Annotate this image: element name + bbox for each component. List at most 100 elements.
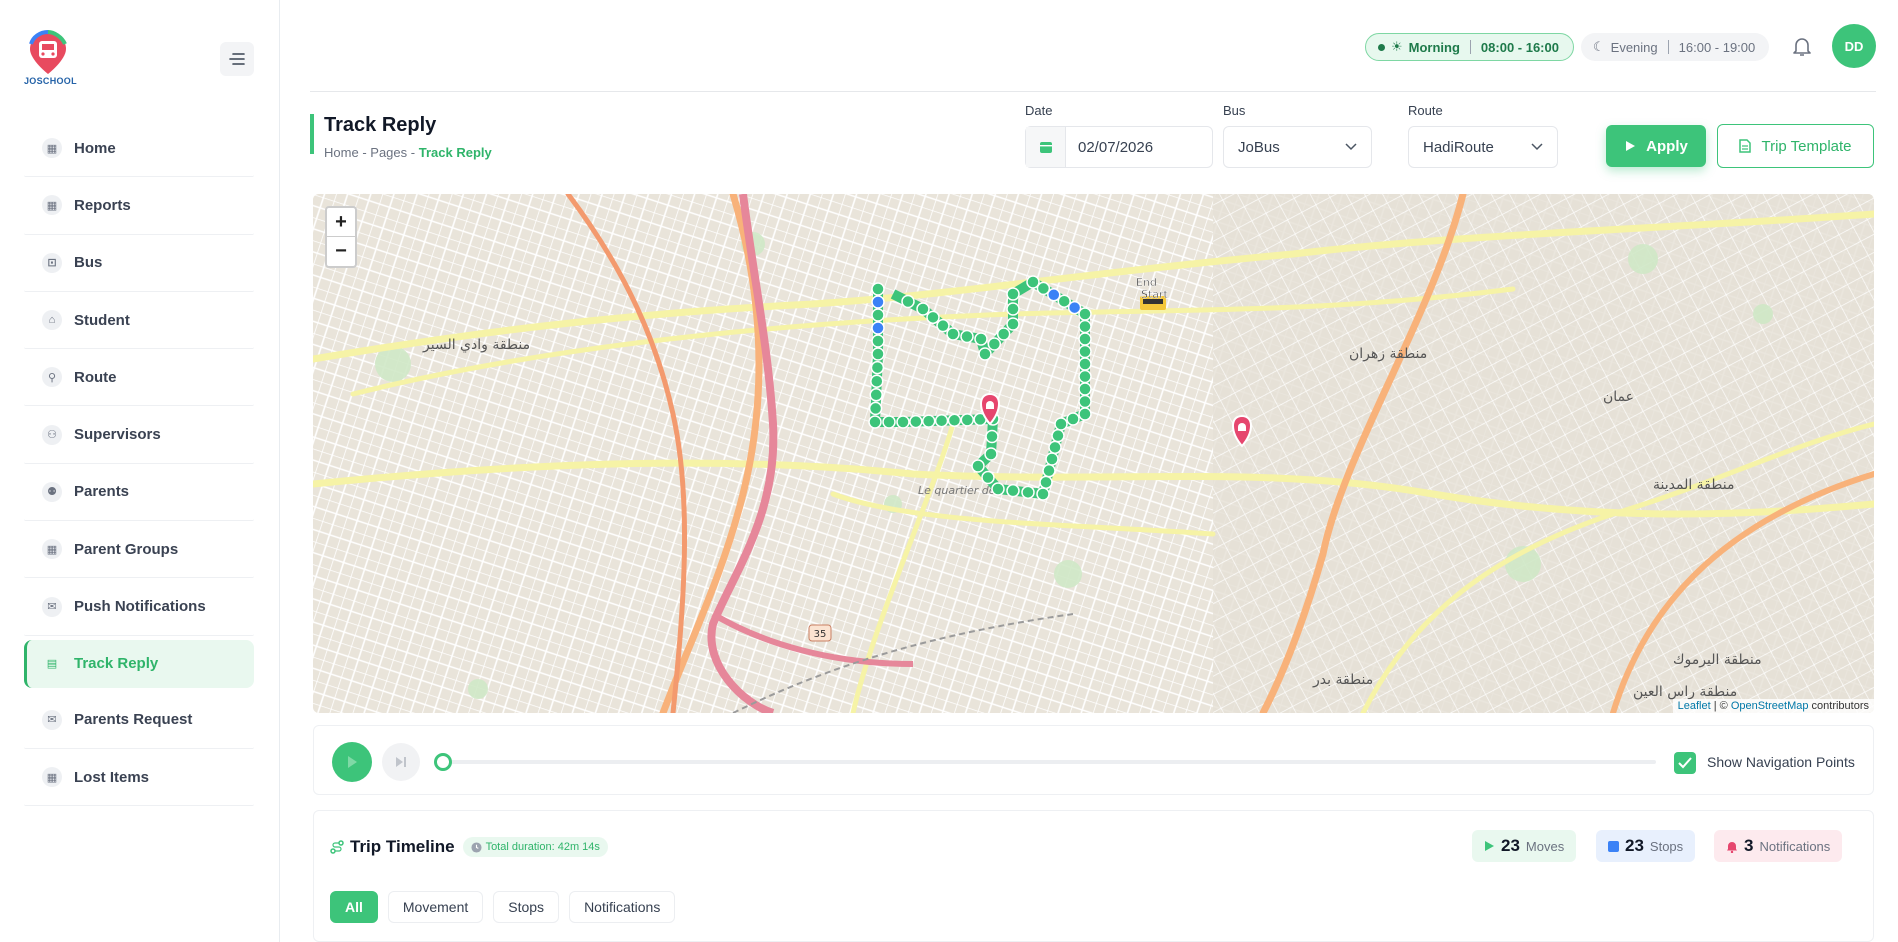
sidebar-item-label: Parent Groups (74, 540, 179, 558)
zoom-out-button[interactable]: − (327, 237, 355, 266)
navigation-point[interactable] (974, 332, 988, 346)
navigation-point[interactable] (960, 329, 974, 344)
playback-slider-thumb[interactable] (434, 753, 452, 771)
navigation-point[interactable] (934, 413, 949, 428)
navigation-point[interactable] (987, 337, 1002, 351)
navigation-point[interactable] (1039, 475, 1053, 490)
sidebar-item-route[interactable]: ⚲ Route (24, 349, 254, 407)
navigation-point[interactable] (1036, 487, 1050, 501)
skip-forward-button[interactable] (382, 743, 420, 781)
navigation-point[interactable] (960, 413, 975, 427)
navigation-point[interactable] (870, 360, 885, 375)
navigation-point[interactable] (1054, 417, 1068, 431)
map[interactable]: منطقة زهران عمان منطقة وادي السير منطقة … (313, 194, 1874, 713)
sidebar-item-push-notifications[interactable]: ✉ Push Notifications (24, 578, 254, 636)
sidebar-item-bus[interactable]: ⊡ Bus (24, 235, 254, 292)
sidebar-item-parents[interactable]: ⚉ Parents (24, 464, 254, 522)
sidebar-item-reports[interactable]: ▦ Reports (24, 177, 254, 235)
trip-template-button[interactable]: Trip Template (1717, 124, 1874, 168)
sidebar-item-parents-request[interactable]: ✉ Parents Request (24, 692, 254, 749)
navigation-point[interactable] (1078, 319, 1092, 334)
bell-icon[interactable] (1790, 34, 1814, 58)
navigation-point[interactable] (1048, 440, 1062, 455)
evening-shift-badge[interactable]: ☾ Evening 16:00 - 19:00 (1581, 33, 1770, 61)
navigation-point[interactable] (916, 302, 930, 316)
breadcrumb-home[interactable]: Home (324, 145, 359, 160)
navigation-point[interactable] (896, 415, 910, 429)
navigation-point[interactable] (1006, 483, 1020, 498)
playback-slider[interactable] (434, 753, 1656, 771)
date-input[interactable] (1066, 138, 1206, 156)
navigation-point[interactable] (1051, 428, 1065, 443)
navigation-point[interactable] (996, 327, 1011, 341)
navigation-point[interactable] (871, 321, 885, 335)
navigation-point[interactable] (971, 459, 985, 473)
navigation-point[interactable] (984, 447, 998, 461)
sidebar-item-supervisors[interactable]: ⚇ Supervisors (24, 406, 254, 464)
tab-movement[interactable]: Movement (387, 891, 484, 923)
route-select[interactable]: HadiRoute (1408, 126, 1558, 168)
navigation-point[interactable] (1078, 369, 1092, 384)
navigation-point[interactable] (871, 347, 885, 361)
navigation-point[interactable] (1006, 302, 1020, 316)
tab-stops[interactable]: Stops (493, 891, 560, 923)
show-nav-points-label[interactable]: Show Navigation Points (1707, 754, 1855, 770)
navigation-point[interactable] (1078, 332, 1092, 346)
navigation-point[interactable] (868, 401, 883, 416)
navigation-point[interactable] (871, 308, 885, 322)
navigation-point[interactable] (868, 415, 882, 429)
navigation-point[interactable] (870, 374, 884, 388)
navigation-point[interactable] (871, 282, 885, 296)
menu-toggle-button[interactable] (220, 42, 254, 76)
tab-notifications[interactable]: Notifications (569, 891, 676, 923)
sidebar-item-lost-items[interactable]: ▦ Lost Items (24, 749, 254, 807)
apply-button[interactable]: Apply (1606, 125, 1706, 167)
zoom-in-button[interactable]: + (327, 208, 355, 237)
sidebar-item-student[interactable]: ⌂ Student (24, 292, 254, 350)
navigation-point[interactable] (1006, 287, 1020, 301)
breadcrumb-pages[interactable]: Pages (370, 145, 407, 160)
morning-shift-badge[interactable]: ☀ Morning 08:00 - 16:00 (1365, 33, 1574, 61)
navigation-point[interactable] (1078, 344, 1092, 359)
sidebar-item-parent-groups[interactable]: ▦ Parent Groups (24, 521, 254, 579)
navigation-point[interactable] (871, 334, 885, 348)
navigation-point[interactable] (1066, 412, 1080, 426)
osm-link[interactable]: OpenStreetMap (1731, 700, 1809, 712)
navigation-point[interactable] (936, 318, 950, 333)
navigation-point[interactable] (946, 327, 960, 341)
navigation-point[interactable] (921, 414, 936, 428)
navigation-point[interactable] (1078, 407, 1092, 421)
navigation-point[interactable] (1006, 317, 1020, 331)
navigation-point[interactable] (1045, 452, 1059, 466)
chevron-down-icon (1345, 143, 1357, 151)
navigation-point[interactable] (981, 470, 995, 485)
active-dot (1378, 43, 1385, 51)
leaflet-link[interactable]: Leaflet (1678, 700, 1711, 712)
calendar-icon[interactable] (1026, 127, 1066, 167)
avatar[interactable]: DD (1832, 24, 1876, 68)
show-nav-points-checkbox[interactable] (1674, 752, 1696, 774)
navigation-point[interactable] (947, 413, 962, 428)
bus-select[interactable]: JoBus (1223, 126, 1372, 168)
sidebar-item-track-reply[interactable]: ▤ Track Reply (24, 639, 254, 688)
sidebar-item-home[interactable]: ▦ Home (24, 120, 254, 178)
play-button[interactable] (332, 742, 372, 782)
navigation-point[interactable] (926, 310, 940, 325)
tab-all[interactable]: All (330, 891, 378, 923)
navigation-point[interactable] (901, 294, 915, 309)
navigation-point[interactable] (909, 414, 923, 429)
navigation-point[interactable] (985, 429, 999, 444)
navigation-point[interactable] (991, 482, 1005, 496)
navigation-point[interactable] (1042, 463, 1056, 478)
navigation-point[interactable] (1026, 275, 1040, 289)
navigation-point[interactable] (1021, 485, 1035, 500)
navigation-point[interactable] (882, 415, 896, 429)
navigation-point[interactable] (978, 347, 992, 361)
navigation-point[interactable] (1078, 357, 1092, 371)
navigation-point[interactable] (1078, 382, 1092, 396)
navigation-point[interactable] (869, 388, 883, 402)
map-tiles[interactable]: منطقة زهران عمان منطقة وادي السير منطقة … (313, 194, 1874, 713)
date-field[interactable] (1025, 126, 1213, 168)
navigation-point[interactable] (871, 295, 885, 309)
navigation-point[interactable] (1078, 394, 1092, 409)
